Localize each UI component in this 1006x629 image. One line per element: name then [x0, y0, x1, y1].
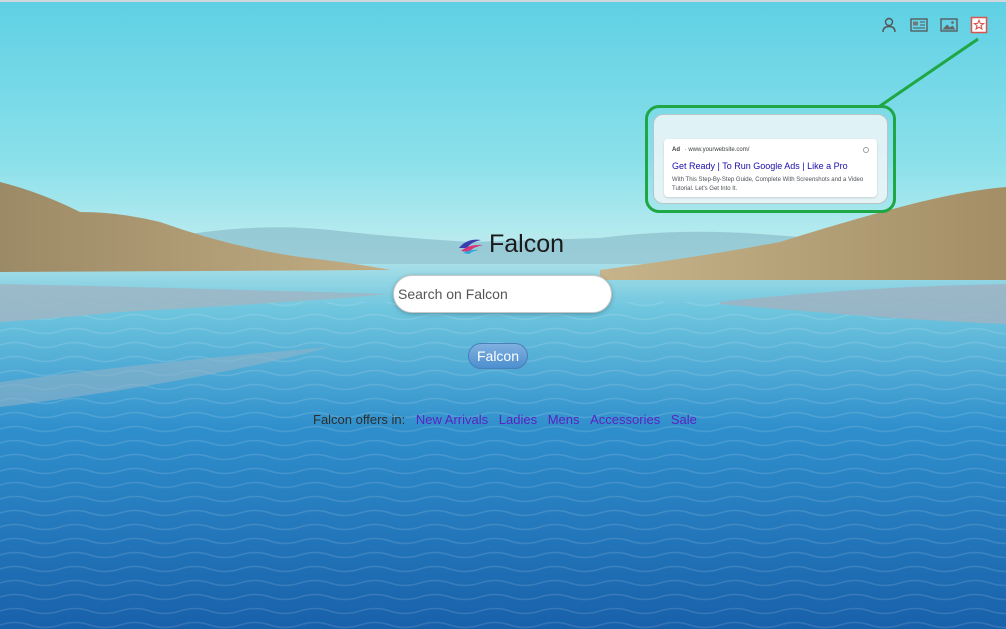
ad-url: · www.yourwebsite.com/: [684, 147, 750, 153]
ad-preview-callout: Ad · www.yourwebsite.com/ Get Ready | To…: [645, 105, 896, 213]
offers-line: Falcon offers in: New Arrivals Ladies Me…: [313, 412, 697, 427]
info-icon[interactable]: [863, 147, 869, 153]
offer-link-new-arrivals[interactable]: New Arrivals: [416, 412, 488, 427]
ad-card[interactable]: Ad · www.yourwebsite.com/ Get Ready | To…: [664, 139, 877, 197]
offer-link-ladies[interactable]: Ladies: [499, 412, 537, 427]
falcon-logo-icon: [459, 239, 483, 254]
offer-link-mens[interactable]: Mens: [548, 412, 580, 427]
search-input[interactable]: [394, 285, 600, 303]
falcon-logo: Falcon: [457, 230, 564, 259]
offer-link-sale[interactable]: Sale: [671, 412, 697, 427]
browser-page: Ad · www.yourwebsite.com/ Get Ready | To…: [0, 0, 1006, 629]
offer-link-accessories[interactable]: Accessories: [590, 412, 660, 427]
ad-badge: Ad: [672, 147, 680, 153]
search-button[interactable]: Falcon: [468, 343, 528, 369]
ad-preview-frame: Ad · www.yourwebsite.com/ Get Ready | To…: [653, 114, 888, 204]
offers-prefix: Falcon offers in:: [313, 412, 406, 427]
ad-description: With This Step-By-Step Guide, Complete W…: [672, 177, 864, 192]
logo-text: Falcon: [489, 230, 565, 258]
search-box: [393, 275, 612, 313]
callout-pointer-line: [879, 37, 979, 108]
ad-headline-link[interactable]: Get Ready | To Run Google Ads | Like a P…: [672, 161, 869, 171]
ad-url-row: Ad · www.yourwebsite.com/: [672, 145, 869, 155]
